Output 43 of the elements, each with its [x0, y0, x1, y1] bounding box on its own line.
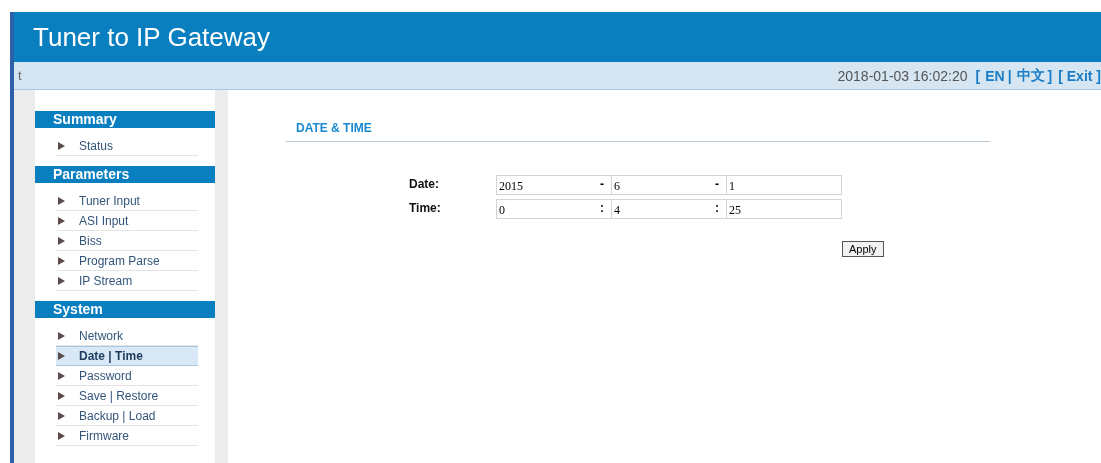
- bracket-text: ]: [1047, 67, 1053, 84]
- breadcrumb-text: t: [18, 68, 22, 83]
- language-link[interactable]: 中文: [1016, 66, 1045, 85]
- apply-button[interactable]: Apply: [842, 241, 884, 257]
- nav-item[interactable]: Password: [56, 366, 198, 386]
- separator-text: :: [715, 201, 719, 215]
- triangle-icon: [58, 372, 65, 380]
- nav-item[interactable]: IP Stream: [56, 271, 198, 291]
- nav-item[interactable]: Program Parse: [56, 251, 198, 271]
- separator-text: -: [600, 177, 604, 191]
- divider-text: |: [1007, 67, 1012, 84]
- date-time-text: 2018-01-03 16:02:20: [837, 67, 968, 84]
- input-field[interactable]: 1: [726, 175, 842, 195]
- separator-text: :: [600, 201, 604, 215]
- triangle-icon: [58, 432, 65, 440]
- triangle-icon: [58, 257, 65, 265]
- section-title: Parameters: [35, 166, 215, 183]
- app-title: Tuner to IP Gateway: [33, 21, 270, 53]
- nav-item[interactable]: Tuner Input: [56, 191, 198, 211]
- triangle-icon: [58, 277, 65, 285]
- triangle-icon: [58, 392, 65, 400]
- field-label: Time:: [409, 200, 442, 215]
- triangle-icon: [58, 217, 65, 225]
- triangle-icon: [58, 412, 65, 420]
- field-label: Date:: [409, 176, 440, 191]
- section-title: Summary: [35, 111, 215, 128]
- nav-item[interactable]: Backup | Load: [56, 406, 198, 426]
- separator-text: -: [715, 177, 719, 191]
- nav-item[interactable]: Save | Restore: [56, 386, 198, 406]
- nav-item[interactable]: Firmware: [56, 426, 198, 446]
- input-field[interactable]: 25: [726, 199, 842, 219]
- triangle-icon: [58, 197, 65, 205]
- bracket-text: [: [975, 67, 981, 84]
- triangle-icon: [58, 352, 65, 360]
- section-heading: DATE & TIME: [286, 121, 990, 142]
- nav-item[interactable]: Date | Time: [56, 346, 198, 366]
- triangle-icon: [58, 332, 65, 340]
- section-title: System: [35, 301, 215, 318]
- nav-item[interactable]: ASI Input: [56, 211, 198, 231]
- triangle-icon: [58, 142, 65, 150]
- triangle-icon: [58, 237, 65, 245]
- nav-item[interactable]: Status: [56, 136, 198, 156]
- nav-item[interactable]: Biss: [56, 231, 198, 251]
